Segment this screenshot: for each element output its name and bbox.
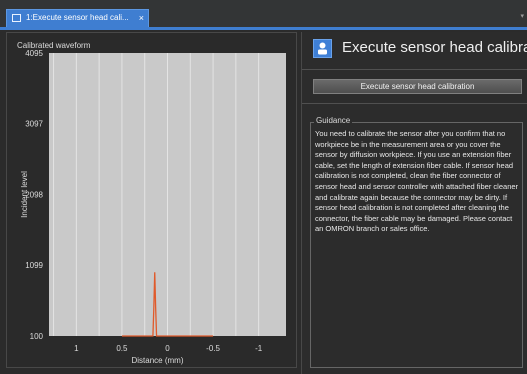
tab-execute-sensor-head-calibration[interactable]: 1:Execute sensor head cali... × <box>6 9 149 27</box>
x-tick-label: 1 <box>74 344 79 353</box>
wave-icon <box>12 14 21 22</box>
y-axis-label: Incident level <box>20 171 29 218</box>
document-tab-strip: 1:Execute sensor head cali... × ▾ <box>0 0 527 27</box>
x-axis-label: Distance (mm) <box>131 356 183 365</box>
y-tick-label: 4095 <box>25 49 43 58</box>
guidance-legend: Guidance <box>314 116 353 125</box>
x-tick-label: 0 <box>165 344 170 353</box>
y-tick-label: 1099 <box>25 261 43 270</box>
x-tick-label: 0.5 <box>116 344 128 353</box>
y-tick-label: 3097 <box>25 120 43 129</box>
calibration-side-panel: Execute sensor head calibra Execute sens… <box>301 32 527 374</box>
x-tick-label: -1 <box>255 344 263 353</box>
sensor-head-icon <box>313 39 332 58</box>
waveform-chart: Calibrated waveform40953097209810991001 0… <box>17 41 286 365</box>
divider <box>302 103 527 104</box>
divider <box>302 69 527 70</box>
guidance-text: You need to calibrate the sensor after y… <box>315 129 519 234</box>
y-tick-label: 100 <box>30 332 44 341</box>
close-icon[interactable]: × <box>139 12 144 24</box>
execute-calibration-button[interactable]: Execute sensor head calibration <box>313 79 522 94</box>
tab-label: 1:Execute sensor head cali... <box>26 13 129 22</box>
page-title: Execute sensor head calibra <box>342 39 527 56</box>
x-tick-label: -0.5 <box>206 344 220 353</box>
calibrated-waveform-panel: Calibrated waveform 4095 3097 2098 1099 100 1 0… <box>6 32 297 368</box>
tab-underline <box>0 27 527 30</box>
tab-list-dropdown-icon[interactable]: ▾ <box>520 12 524 20</box>
